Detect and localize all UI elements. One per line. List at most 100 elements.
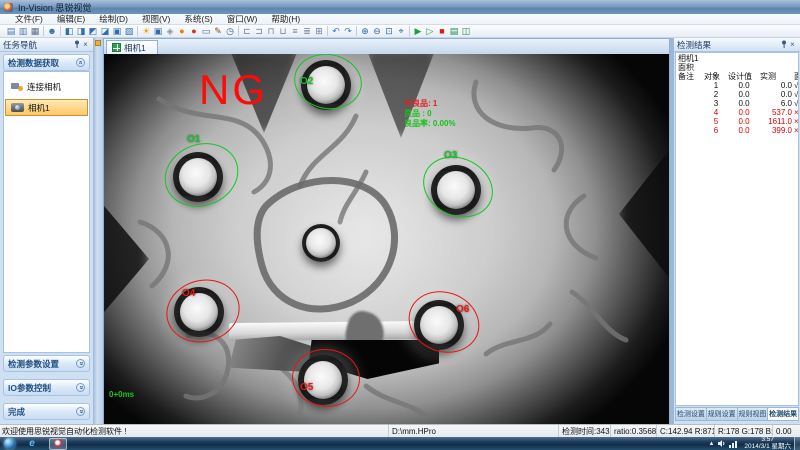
toolbar-align-right-icon[interactable]: ⊐ bbox=[253, 25, 265, 37]
col-note: 备注 bbox=[678, 72, 704, 81]
toolbar-lock-icon[interactable]: ◈ bbox=[164, 25, 176, 37]
toolbar-run-once-icon[interactable]: ▷ bbox=[424, 25, 436, 37]
chevron-down-icon[interactable]: » bbox=[76, 359, 85, 368]
pin-icon[interactable] bbox=[72, 40, 81, 50]
system-tray: ▲ 3:57 2014/3/1 星期六 bbox=[708, 437, 794, 450]
menu-item[interactable]: 视图(V) bbox=[135, 13, 177, 25]
toolbar-report-export-icon[interactable]: ▤ bbox=[448, 25, 460, 37]
toolbar-zoom-in-icon[interactable]: ⊕ bbox=[359, 25, 371, 37]
start-button[interactable] bbox=[4, 438, 15, 449]
toolbar-align-bottom-icon[interactable]: ⊔ bbox=[277, 25, 289, 37]
toolbar-draw-icon[interactable]: ✎ bbox=[212, 25, 224, 37]
show-desktop-button[interactable] bbox=[794, 437, 800, 450]
toolbar-import-config-icon[interactable]: ▥ bbox=[17, 25, 29, 37]
toolbar-undo-icon[interactable]: ↶ bbox=[330, 25, 342, 37]
taskbar-app-button[interactable] bbox=[49, 438, 67, 450]
menu-item[interactable]: 编辑(E) bbox=[50, 13, 92, 25]
workspace: 任务导航 × 检测数据获取 » 连接相机 相机1 检测参数设置 » bbox=[0, 38, 800, 424]
camera1-item[interactable]: 相机1 bbox=[5, 99, 88, 116]
splitter-grip[interactable] bbox=[95, 40, 101, 46]
clock-date: 2014/3/1 星期六 bbox=[744, 443, 791, 450]
toolbar-chart-view-icon[interactable]: ◫ bbox=[460, 25, 472, 37]
section-label: 完成 bbox=[8, 406, 25, 418]
toolbar-distribute-icon[interactable]: ⊞ bbox=[313, 25, 325, 37]
marker-label-o6: O6 bbox=[456, 304, 469, 315]
document-tabbar: 相机1 bbox=[103, 38, 670, 54]
toolbar-open-project-icon[interactable]: ▤ bbox=[5, 25, 17, 37]
section-data-acquisition[interactable]: 检测数据获取 » bbox=[3, 54, 90, 71]
toolbar-align-center-v-icon[interactable]: ≣ bbox=[301, 25, 313, 37]
tab-detect-results[interactable]: 检测结果 bbox=[768, 407, 799, 421]
toolbar-layout-split-v-icon[interactable]: ◩ bbox=[87, 25, 99, 37]
tray-expand-icon[interactable]: ▲ bbox=[708, 441, 714, 447]
tab-rule-settings[interactable]: 规则设置 bbox=[707, 407, 738, 421]
internet-explorer-icon: e bbox=[29, 438, 35, 449]
result-row[interactable]: 50.01611.0× bbox=[678, 117, 798, 126]
toolbar-separator bbox=[238, 26, 239, 36]
result-row[interactable]: 30.06.0√ bbox=[678, 99, 798, 108]
toolbar-zoom-out-icon[interactable]: ⊖ bbox=[371, 25, 383, 37]
toolbar-pan-icon[interactable]: ⌖ bbox=[395, 25, 407, 37]
toolbar-align-top-icon[interactable]: ⊓ bbox=[265, 25, 277, 37]
toolbar-light-source-icon[interactable]: ☀ bbox=[140, 25, 152, 37]
toolbar-layout-split-h-icon[interactable]: ◨ bbox=[75, 25, 87, 37]
pin-icon[interactable] bbox=[779, 40, 788, 50]
toolbar-separator bbox=[327, 26, 328, 36]
toolbar-layout-single-icon[interactable]: ◧ bbox=[63, 25, 75, 37]
toolbar-layout-custom-icon[interactable]: ▣ bbox=[111, 25, 123, 37]
result-group-label: 面积 bbox=[678, 63, 798, 72]
tab-detect-settings[interactable]: 检测设置 bbox=[675, 407, 707, 421]
volume-icon[interactable] bbox=[717, 439, 726, 448]
close-icon[interactable]: × bbox=[81, 40, 90, 49]
toolbar-capture-icon[interactable]: ● bbox=[188, 25, 200, 37]
section-finish[interactable]: 完成 » bbox=[3, 403, 90, 420]
tab-rule-view[interactable]: 规则视图 bbox=[738, 407, 769, 421]
col-design-value: 设计值 bbox=[728, 72, 760, 81]
section-label: IO参数控制 bbox=[8, 382, 51, 394]
col-measured: 实测 bbox=[760, 72, 794, 81]
menu-item[interactable]: 绘制(D) bbox=[92, 13, 135, 25]
toolbar-layout-grid-icon[interactable]: ◪ bbox=[99, 25, 111, 37]
task-navigation-title: 任务导航 bbox=[3, 39, 37, 51]
detection-result-panel: 检测结果 × 相机1 面积 备注 对象 设计值 实测 面积 10.00.0√20… bbox=[674, 38, 800, 424]
taskbar-clock[interactable]: 3:57 2014/3/1 星期六 bbox=[741, 437, 794, 450]
close-icon[interactable]: × bbox=[788, 40, 797, 49]
col-object: 对象 bbox=[704, 72, 728, 81]
tab-camera1[interactable]: 相机1 bbox=[106, 40, 158, 54]
toolbar-save-icon[interactable]: ▦ bbox=[29, 25, 41, 37]
marker-label-o5: O5 bbox=[300, 382, 313, 393]
result-row[interactable]: 20.00.0√ bbox=[678, 90, 798, 99]
toolbar-actual-size-icon[interactable]: ⊡ bbox=[383, 25, 395, 37]
camera-image[interactable]: O1 O2 O3 O4 O5 O6 NG 不良品: 1 良品 : 0 良品率: … bbox=[103, 54, 670, 424]
toolbar-align-center-h-icon[interactable]: ≡ bbox=[289, 25, 301, 37]
toolbar-stop-icon[interactable]: ■ bbox=[436, 25, 448, 37]
toolbar-trigger-icon[interactable]: ● bbox=[176, 25, 188, 37]
result-row[interactable]: 40.0537.0× bbox=[678, 108, 798, 117]
section-detect-params[interactable]: 检测参数设置 » bbox=[3, 355, 90, 372]
network-icon[interactable] bbox=[729, 439, 738, 448]
toolbar-user-login-icon[interactable]: ☻ bbox=[46, 25, 58, 37]
toolbar-align-left-icon[interactable]: ⊏ bbox=[241, 25, 253, 37]
menu-item[interactable]: 文件(F) bbox=[8, 13, 50, 25]
menu-item[interactable]: 帮助(H) bbox=[264, 13, 307, 25]
toolbar-run-icon[interactable]: ▶ bbox=[412, 25, 424, 37]
menu-item[interactable]: 窗口(W) bbox=[220, 13, 265, 25]
chevron-down-icon[interactable]: » bbox=[76, 407, 85, 416]
connect-camera-item[interactable]: 连接相机 bbox=[4, 78, 89, 95]
toolbar-camera-view-icon[interactable]: ▣ bbox=[152, 25, 164, 37]
status-detect-time: 检测时间:343ms bbox=[558, 425, 610, 437]
section-io-control[interactable]: IO参数控制 » bbox=[3, 379, 90, 396]
toolbar-monitor-icon[interactable]: ▭ bbox=[200, 25, 212, 37]
result-row[interactable]: 60.0399.0× bbox=[678, 126, 798, 135]
toolbar-timer-icon[interactable]: ◷ bbox=[224, 25, 236, 37]
menu-item[interactable]: 系统(S) bbox=[177, 13, 219, 25]
panel-splitter[interactable] bbox=[93, 38, 103, 424]
chevron-down-icon[interactable]: » bbox=[76, 383, 85, 392]
toolbar-redo-icon[interactable]: ↷ bbox=[342, 25, 354, 37]
result-row[interactable]: 10.00.0√ bbox=[678, 81, 798, 90]
taskbar-ie-button[interactable]: e bbox=[23, 438, 41, 450]
chevron-up-icon[interactable]: » bbox=[76, 58, 85, 67]
toolbar-separator bbox=[409, 26, 410, 36]
toolbar-window-cascade-icon[interactable]: ▨ bbox=[123, 25, 135, 37]
status-extra-value: 0.00 bbox=[772, 425, 800, 437]
